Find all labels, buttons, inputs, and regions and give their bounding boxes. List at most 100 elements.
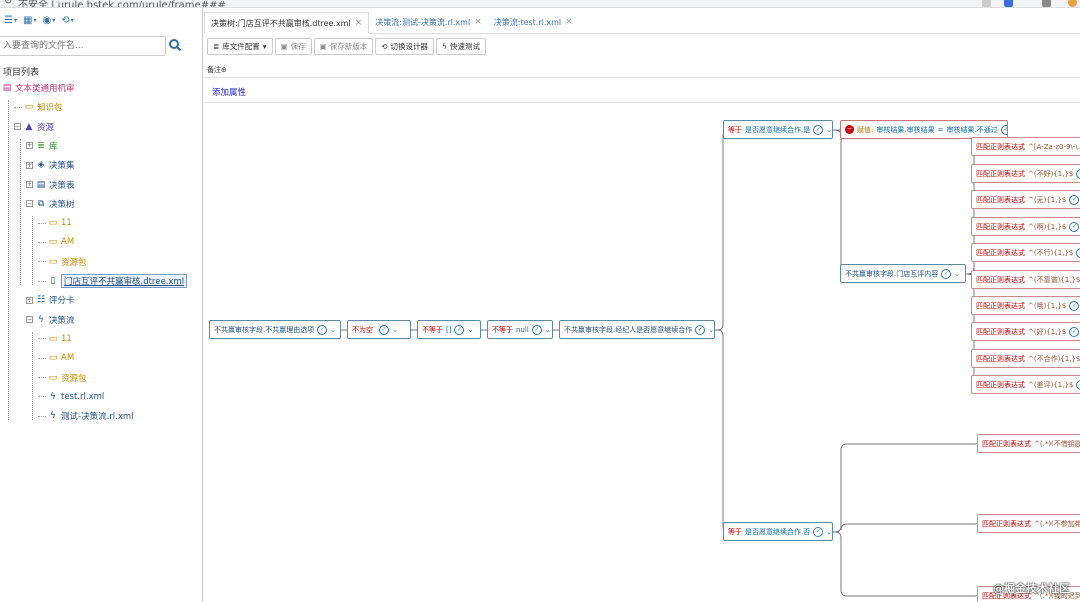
caret-down-icon: ▾: [70, 16, 74, 24]
save-new-version-button[interactable]: ▣ 保存新版本: [313, 38, 374, 55]
expand-icon[interactable]: +: [26, 142, 33, 150]
editor-tab[interactable]: 决策树:门店互评不共赢审核.dtree.xml ×: [204, 12, 370, 34]
tree-node[interactable]: ▭ AM: [38, 351, 74, 365]
condition-node[interactable]: 匹配正则表达式^[A-Za-z0-9\-\.\,\*✓⌄: [971, 137, 1080, 156]
variable-node[interactable]: 不共赢审核字段.经纪人是否愿意继续合作 ✓ ⌄: [559, 320, 715, 339]
tree-node[interactable]: + ◈ 决策集: [26, 158, 75, 172]
check-circle-icon[interactable]: ✓: [1076, 379, 1080, 390]
editor-tab[interactable]: 决策流:测试-决策流.rl.xml ×: [369, 11, 487, 33]
lib-config-button[interactable]: ≣ 库文件配置 ▾: [207, 38, 273, 55]
list-menu[interactable]: ☰ ▾: [4, 15, 17, 26]
tree-guide-line: [8, 100, 9, 421]
condition-node[interactable]: 匹配正则表达式^(差评){1,}$✓⌄: [971, 375, 1080, 394]
tree-node[interactable]: + ≣ 库: [26, 139, 58, 153]
check-circle-icon[interactable]: ✓: [454, 324, 465, 335]
condition-node[interactable]: 匹配正则表达式^(好){1,}$✓⌄: [971, 322, 1080, 341]
condition-node[interactable]: 不为空 ✓ ⌄: [347, 320, 411, 339]
expand-icon[interactable]: +: [26, 181, 33, 188]
note-toggle[interactable]: 备注⊕: [207, 65, 227, 75]
expand-icon[interactable]: +: [26, 161, 33, 169]
collapse-icon[interactable]: −: [26, 200, 33, 208]
tree-node[interactable]: − ϟ 决策流: [26, 313, 75, 327]
reload-icon[interactable]: ↻: [4, 0, 12, 7]
check-circle-icon[interactable]: ✓: [1076, 168, 1080, 179]
check-circle-icon[interactable]: ✓: [531, 324, 542, 335]
variable-node[interactable]: 不共赢审核字段.不共赢理由选项 ✓ ⌄: [209, 320, 341, 339]
chevron-down-icon[interactable]: ⌄: [826, 126, 832, 134]
close-icon[interactable]: ×: [355, 18, 363, 28]
tree-node[interactable]: + ☷ 评分卡: [26, 293, 75, 307]
chevron-down-icon[interactable]: ⌄: [826, 528, 832, 536]
extension-icon[interactable]: [1004, 0, 1013, 7]
variable-node[interactable]: 不共赢审核字段.门店互评内容 ✓ ⌄: [840, 264, 966, 283]
tree-node[interactable]: ▤ 文本类通用机审: [2, 81, 75, 95]
chevron-down-icon[interactable]: ⌄: [545, 326, 551, 334]
condition-node[interactable]: 等于 是否愿意继续合作.是 ✓ ⌄: [723, 120, 833, 139]
tree-node[interactable]: ϟ test.rl.xml: [38, 390, 104, 404]
check-circle-icon[interactable]: ✓: [379, 324, 389, 335]
tree-node[interactable]: − ▲ 资源: [14, 120, 54, 134]
expand-icon[interactable]: +: [26, 296, 33, 304]
check-circle-icon[interactable]: ✓: [1069, 221, 1080, 232]
tree-node[interactable]: ▭ 知识包: [14, 100, 63, 114]
tree-node[interactable]: ▭ 资源包: [38, 255, 87, 269]
globe-menu[interactable]: ◉ ▾: [42, 15, 55, 26]
condition-node[interactable]: 不等于[] ✓ ⌄: [417, 320, 481, 339]
check-circle-icon[interactable]: ✓: [813, 526, 824, 537]
editor-tab[interactable]: 决策流:test.rl.xml ×: [488, 11, 579, 33]
tree-node[interactable]: − ⧉ 决策树: [26, 197, 75, 211]
check-circle-icon[interactable]: ✓: [1069, 194, 1080, 205]
tree-node[interactable]: + ▤ 决策表: [26, 178, 75, 192]
condition-node[interactable]: 匹配正则表达式^(不行){1,}$✓⌄: [971, 243, 1080, 262]
collapse-icon[interactable]: −: [26, 316, 33, 324]
condition-node[interactable]: 不等于 null ✓ ⌄: [487, 320, 553, 339]
condition-node[interactable]: 匹配正则表达式^(.*)(不参加带看✓⌄: [977, 514, 1080, 533]
check-circle-icon[interactable]: ✓: [941, 268, 952, 279]
tree-node[interactable]: ϟ 测试-决策流.rl.xml: [38, 409, 134, 423]
condition-node[interactable]: 匹配正则表达式^(.*)(不借钥匙|✓⌄: [977, 434, 1080, 453]
editor-panel: 决策树:门店互评不共赢审核.dtree.xml × 决策流:测试-决策流.rl.xm…: [204, 8, 1080, 602]
tree-node[interactable]: ▭ 资源包: [38, 371, 87, 385]
tree-node[interactable]: ▭ 11: [38, 216, 72, 230]
condition-node[interactable]: 匹配正则表达式^(不好){1,}$✓⌄: [971, 164, 1080, 183]
check-circle-icon[interactable]: ✓: [317, 324, 328, 335]
quick-test-button[interactable]: ϟ 快速测试: [436, 38, 486, 55]
tree-node[interactable]: ▯ 门店互评不共赢审核.dtree.xml: [38, 274, 188, 288]
add-attribute-link[interactable]: 添加属性: [212, 86, 246, 98]
check-circle-icon[interactable]: ✓: [1069, 300, 1080, 311]
condition-node[interactable]: 匹配正则表达式^(无){1,}$✓⌄: [971, 190, 1080, 209]
check-circle-icon[interactable]: ✓: [695, 324, 706, 335]
address-bar[interactable]: 不安全 | urule.bstek.com/urule/frame###: [18, 0, 226, 7]
search-icon[interactable]: [168, 38, 182, 52]
condition-node[interactable]: 匹配正则表达式^(不合作){1,}$✓⌄: [971, 349, 1080, 368]
grid-menu[interactable]: ▦ ▾: [23, 15, 36, 26]
chevron-down-icon[interactable]: ⌄: [708, 326, 714, 334]
close-icon[interactable]: ×: [565, 17, 573, 27]
profile-avatar[interactable]: [1068, 0, 1077, 7]
chevron-down-icon[interactable]: ⌄: [467, 326, 473, 334]
collapse-icon[interactable]: −: [14, 123, 21, 131]
switch-designer-button[interactable]: ⟲ 切换设计器: [375, 38, 435, 55]
condition-node[interactable]: 匹配正则表达式^(哦){1,}$✓⌄: [971, 296, 1080, 315]
refresh-menu[interactable]: ⟲ ▾: [61, 15, 73, 26]
close-icon[interactable]: ×: [474, 17, 482, 27]
condition-node[interactable]: 等于 是否愿意继续合作.否 ✓ ⌄: [723, 522, 833, 541]
check-circle-icon[interactable]: ✓: [813, 124, 824, 135]
check-circle-icon[interactable]: ✓: [1000, 124, 1007, 135]
condition-node[interactable]: 匹配正则表达式^(不靠谱){1,}$✓⌄: [971, 270, 1080, 289]
condition-node[interactable]: 匹配正则表达式^(啊){1,}$✓⌄: [971, 217, 1080, 236]
chevron-down-icon[interactable]: ⌄: [330, 326, 336, 334]
puzzle-icon[interactable]: [1042, 0, 1051, 7]
check-circle-icon[interactable]: ✓: [1076, 247, 1080, 258]
tree-node[interactable]: ▭ 11: [38, 332, 72, 346]
node-operator: 等于: [728, 527, 742, 536]
check-circle-icon[interactable]: ✓: [1069, 326, 1080, 337]
file-search-input[interactable]: [0, 36, 166, 56]
chevron-down-icon[interactable]: ⌄: [954, 270, 960, 278]
tree-node[interactable]: ▭ AM: [38, 235, 74, 249]
star-icon[interactable]: [982, 0, 991, 7]
save-button[interactable]: ▣ 保存: [274, 38, 312, 55]
remove-icon[interactable]: −: [845, 125, 854, 134]
node-operator: 匹配正则表达式: [976, 142, 1025, 151]
chevron-down-icon[interactable]: ⌄: [392, 326, 398, 334]
